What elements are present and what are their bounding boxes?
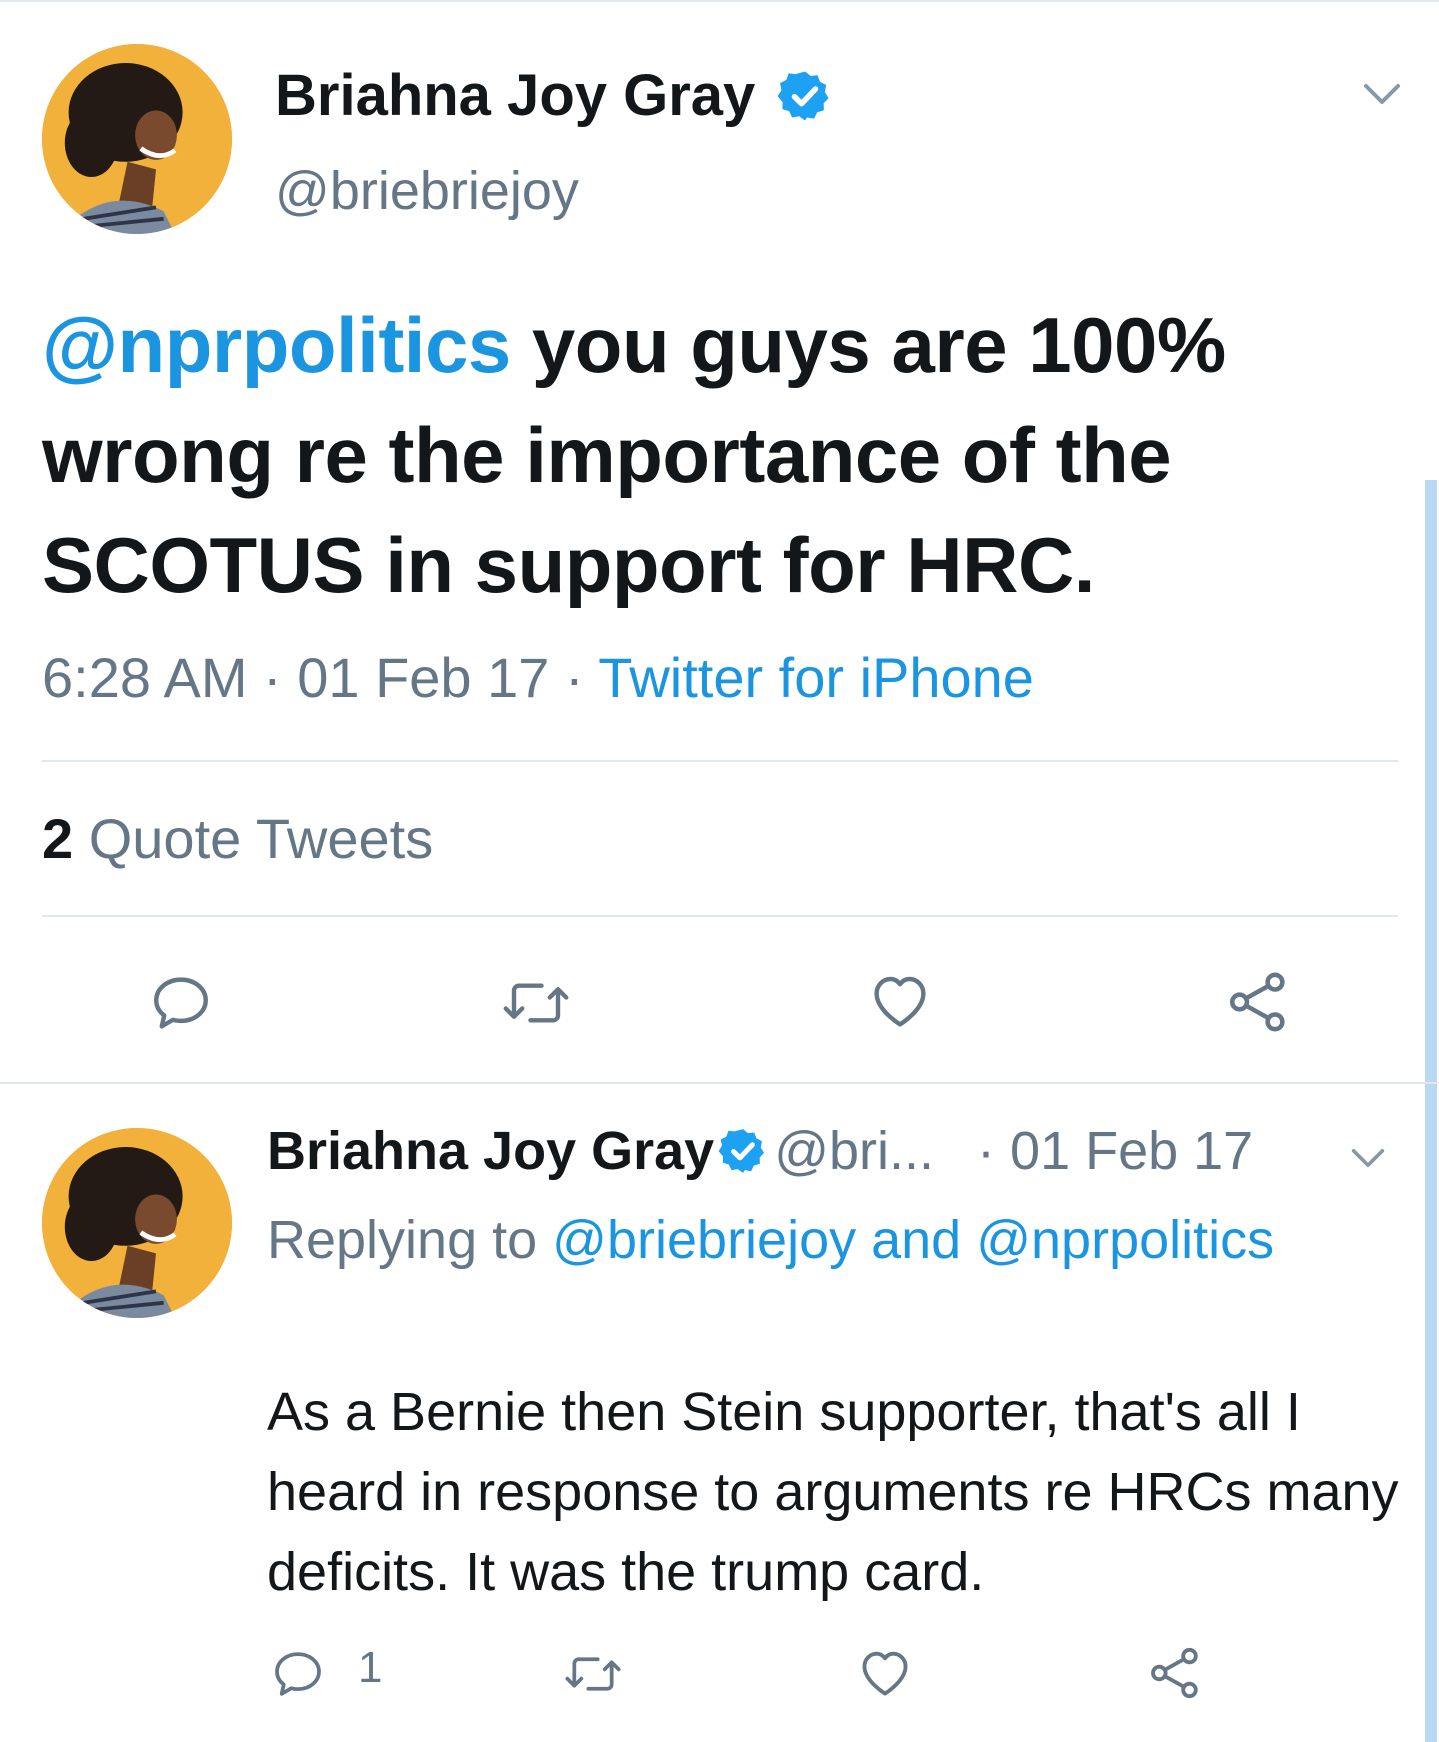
like-icon[interactable]	[856, 1644, 914, 1702]
share-icon[interactable]	[1146, 1644, 1204, 1702]
share-icon[interactable]	[1224, 968, 1292, 1036]
like-icon[interactable]	[866, 968, 934, 1034]
reply-date-separator: ·	[962, 1121, 1011, 1181]
reply-avatar[interactable]	[42, 1128, 232, 1318]
avatar-photo	[42, 1128, 232, 1318]
chevron-down-icon[interactable]	[1350, 1145, 1386, 1171]
author-handle[interactable]: @briebriejoy	[275, 160, 579, 222]
verified-badge-icon	[718, 1128, 765, 1173]
meta-separator: ·	[247, 646, 298, 709]
avatar[interactable]	[42, 44, 232, 234]
reply-handle[interactable]: @bri...	[774, 1121, 934, 1181]
divider	[42, 915, 1398, 917]
chevron-down-icon[interactable]	[1362, 80, 1402, 108]
reply-header: Briahna Joy Gray @bri... · 01 Feb 17	[267, 1120, 1253, 1182]
tweet-date[interactable]: 01 Feb 17	[297, 646, 549, 709]
avatar-photo	[42, 44, 232, 234]
quote-tweets-link[interactable]: 2 Quote Tweets	[42, 806, 433, 871]
tweet-time[interactable]: 6:28 AM	[42, 646, 247, 709]
retweet-icon[interactable]	[500, 970, 572, 1036]
divider	[42, 760, 1398, 762]
author-name[interactable]: Briahna Joy Gray	[275, 62, 833, 129]
meta-separator: ·	[549, 646, 599, 709]
reply-count: 1	[358, 1643, 383, 1692]
reply-date[interactable]: 01 Feb 17	[1010, 1121, 1253, 1181]
tweet-meta: 6:28 AM · 01 Feb 17 · Twitter for iPhone	[42, 645, 1034, 710]
verified-badge-icon	[778, 71, 830, 121]
tweet-text: @nprpolitics you guys are 100% wrong re …	[42, 290, 1372, 620]
top-border	[0, 0, 1439, 2]
reply-author-name[interactable]: Briahna Joy Gray	[267, 1121, 714, 1181]
quote-count: 2	[42, 807, 74, 870]
retweet-icon[interactable]	[562, 1646, 624, 1702]
tweet-source[interactable]: Twitter for iPhone	[598, 646, 1034, 709]
replying-to-links[interactable]: @briebriejoy and @nprpolitics	[552, 1210, 1274, 1270]
replying-prefix: Replying to	[267, 1210, 553, 1270]
reply-icon[interactable]	[270, 1646, 326, 1702]
quote-label: Quote Tweets	[73, 807, 434, 870]
reply-icon[interactable]	[148, 970, 214, 1036]
author-name-text: Briahna Joy Gray	[275, 63, 756, 128]
divider	[0, 1082, 1439, 1084]
reply-text: As a Bernie then Stein supporter, that's…	[267, 1382, 1399, 1602]
scrollbar[interactable]	[1425, 480, 1437, 1742]
mention-link[interactable]: @nprpolitics	[42, 301, 511, 389]
replying-to: Replying to @briebriejoy and @nprpolitic…	[267, 1200, 1417, 1280]
